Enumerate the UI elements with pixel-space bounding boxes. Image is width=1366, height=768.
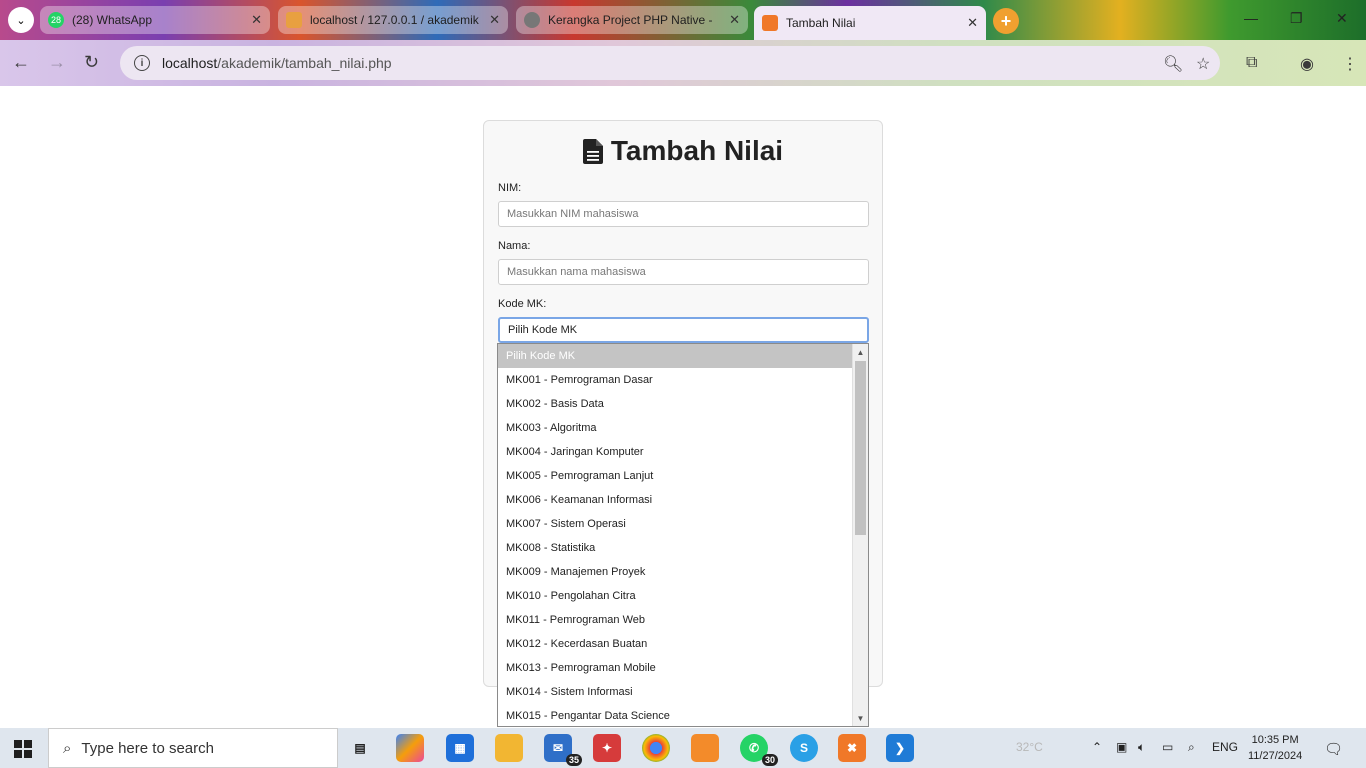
nama-label: Nama: (498, 240, 531, 252)
dropdown-option[interactable]: MK006 - Keamanan Informasi (498, 488, 868, 512)
page-title: Tambah Nilai (484, 135, 882, 167)
chevron-up-icon[interactable]: ⌃ (1092, 740, 1102, 754)
sublime-icon[interactable] (691, 734, 719, 762)
dropdown-option[interactable]: MK004 - Jaringan Komputer (498, 440, 868, 464)
close-icon[interactable]: ✕ (729, 12, 740, 28)
dropdown-option[interactable]: MK007 - Sistem Operasi (498, 512, 868, 536)
whatsapp-icon: 28 (48, 12, 64, 28)
dropdown-option[interactable]: MK003 - Algoritma (498, 416, 868, 440)
tab-title: localhost / 127.0.0.1 / akademik (310, 13, 479, 27)
address-path: /akademik/tambah_nilai.php (217, 55, 392, 71)
dropdown-option[interactable]: MK002 - Basis Data (498, 392, 868, 416)
tab-title: (28) WhatsApp (72, 13, 153, 27)
vscode-icon[interactable]: ❯ (886, 734, 914, 762)
close-icon[interactable]: ✕ (967, 15, 978, 31)
chrome-icon[interactable] (642, 734, 670, 762)
taskbar-search-placeholder: Type here to search (81, 739, 214, 757)
kode-mk-label: Kode MK: (498, 298, 547, 310)
dropdown-option[interactable]: Pilih Kode MK (498, 344, 868, 368)
profile-icon[interactable]: ◉ (1300, 54, 1314, 74)
system-clock[interactable]: 10:35 PM 11/27/2024 (1248, 732, 1302, 764)
scroll-down-icon[interactable]: ▼ (853, 710, 868, 726)
dropdown-scrollbar[interactable]: ▲ ▼ (852, 344, 868, 726)
file-explorer-icon[interactable] (495, 734, 523, 762)
close-icon[interactable]: ✕ (251, 12, 262, 28)
kode-mk-select[interactable]: Pilih Kode MK (498, 317, 869, 343)
language-indicator[interactable]: ENG (1212, 740, 1238, 754)
clock-time: 10:35 PM (1251, 734, 1299, 746)
dropdown-option[interactable]: MK010 - Pengolahan Citra (498, 584, 868, 608)
zoom-icon[interactable]: 🔍︎ (1163, 54, 1183, 74)
nim-label: NIM: (498, 182, 522, 194)
nama-placeholder: Masukkan nama mahasiswa (507, 266, 646, 278)
bookmark-star-icon[interactable]: ☆ (1196, 54, 1210, 74)
skype-icon[interactable]: S (790, 734, 818, 762)
weather-temp[interactable]: 32°C (1016, 740, 1043, 754)
menu-icon[interactable]: ⋮ (1342, 54, 1358, 74)
nim-input[interactable]: Masukkan NIM mahasiswa (498, 201, 869, 227)
dropdown-option[interactable]: MK012 - Kecerdasan Buatan (498, 632, 868, 656)
task-view-icon[interactable]: ▤ (346, 734, 374, 762)
battery-icon[interactable]: ▭ (1162, 740, 1173, 754)
address-bar[interactable]: i localhost/akademik/tambah_nilai.php (120, 46, 1220, 80)
phpmyadmin-icon (286, 12, 302, 28)
taskbar-search-box[interactable]: ⌕ Type here to search (48, 728, 338, 768)
site-info-icon[interactable]: i (134, 55, 150, 71)
scrollbar-thumb[interactable] (855, 361, 866, 535)
dropdown-option[interactable]: MK011 - Pemrograman Web (498, 608, 868, 632)
dropdown-option[interactable]: MK013 - Pemrograman Mobile (498, 656, 868, 680)
search-icon: ⌕ (63, 739, 72, 757)
mail-icon[interactable]: ✉ 35 (544, 734, 582, 766)
kode-mk-selected-value: Pilih Kode MK (508, 324, 578, 336)
minimize-icon[interactable]: — (1244, 10, 1258, 26)
battery-meter-icon[interactable]: ▣ (1116, 740, 1127, 754)
tab-strip: ⌄ 28 (28) WhatsApp ✕ localhost / 127.0.0… (0, 0, 1366, 40)
windows-taskbar: ⌕ Type here to search ▤ ▦ ✉ 35 ✦ ✆ 30 S ✖ … (0, 728, 1366, 768)
dropdown-option[interactable]: MK005 - Pemrograman Lanjut (498, 464, 868, 488)
close-window-icon[interactable]: ✕ (1336, 10, 1348, 27)
tab-search-button[interactable]: ⌄ (8, 7, 34, 33)
clock-date: 11/27/2024 (1248, 750, 1303, 762)
page-title-text: Tambah Nilai (610, 135, 784, 166)
new-tab-button[interactable]: + (993, 8, 1019, 34)
speaker-icon[interactable]: 🔈︎ (1138, 740, 1145, 755)
scroll-up-icon[interactable]: ▲ (853, 344, 868, 360)
xampp-icon (762, 15, 778, 31)
wifi-icon[interactable]: ⌕ (1188, 740, 1195, 755)
microsoft-store-icon[interactable]: ▦ (446, 734, 474, 762)
nama-input[interactable]: Masukkan nama mahasiswa (498, 259, 869, 285)
mail-badge: 35 (565, 754, 582, 766)
copilot-icon[interactable] (396, 734, 424, 762)
gift-icon[interactable]: ✦ (593, 734, 621, 762)
extensions-icon[interactable]: ⧉ (1246, 54, 1257, 72)
tab-title: Tambah Nilai (786, 16, 856, 30)
tab-tambah-nilai[interactable]: Tambah Nilai ✕ (754, 6, 986, 40)
browser-toolbar: ← → ↻ i localhost/akademik/tambah_nilai.… (0, 40, 1366, 86)
dropdown-option[interactable]: MK008 - Statistika (498, 536, 868, 560)
dropdown-option[interactable]: MK009 - Manajemen Proyek (498, 560, 868, 584)
dropdown-option[interactable]: MK001 - Pemrograman Dasar (498, 368, 868, 392)
chevron-down-icon: ⌄ (16, 14, 26, 27)
whatsapp-badge: 30 (761, 754, 778, 766)
whatsapp-icon[interactable]: ✆ 30 (740, 734, 778, 766)
dropdown-option[interactable]: MK015 - Pengantar Data Science (498, 704, 868, 726)
tab-kerangka-project[interactable]: Kerangka Project PHP Native - ✕ (516, 6, 748, 34)
tab-title: Kerangka Project PHP Native - (548, 13, 713, 27)
back-icon[interactable]: ← (12, 52, 30, 73)
windows-start-icon[interactable] (14, 740, 32, 758)
restore-icon[interactable]: ❐ (1290, 10, 1303, 27)
close-icon[interactable]: ✕ (489, 12, 500, 28)
notification-icon[interactable]: 🗨︎ (1324, 740, 1343, 758)
reload-icon[interactable]: ↻ (84, 52, 99, 73)
file-text-icon (582, 138, 603, 164)
tab-whatsapp[interactable]: 28 (28) WhatsApp ✕ (40, 6, 270, 34)
kode-mk-dropdown-list[interactable]: Pilih Kode MK MK001 - Pemrograman Dasar … (497, 343, 869, 727)
forward-icon[interactable]: → (48, 52, 66, 73)
dropdown-option[interactable]: MK014 - Sistem Informasi (498, 680, 868, 704)
globe-icon (524, 12, 540, 28)
nim-placeholder: Masukkan NIM mahasiswa (507, 208, 639, 220)
xampp-icon[interactable]: ✖ (838, 734, 866, 762)
tab-phpmyadmin[interactable]: localhost / 127.0.0.1 / akademik ✕ (278, 6, 508, 34)
address-host: localhost (162, 55, 218, 71)
